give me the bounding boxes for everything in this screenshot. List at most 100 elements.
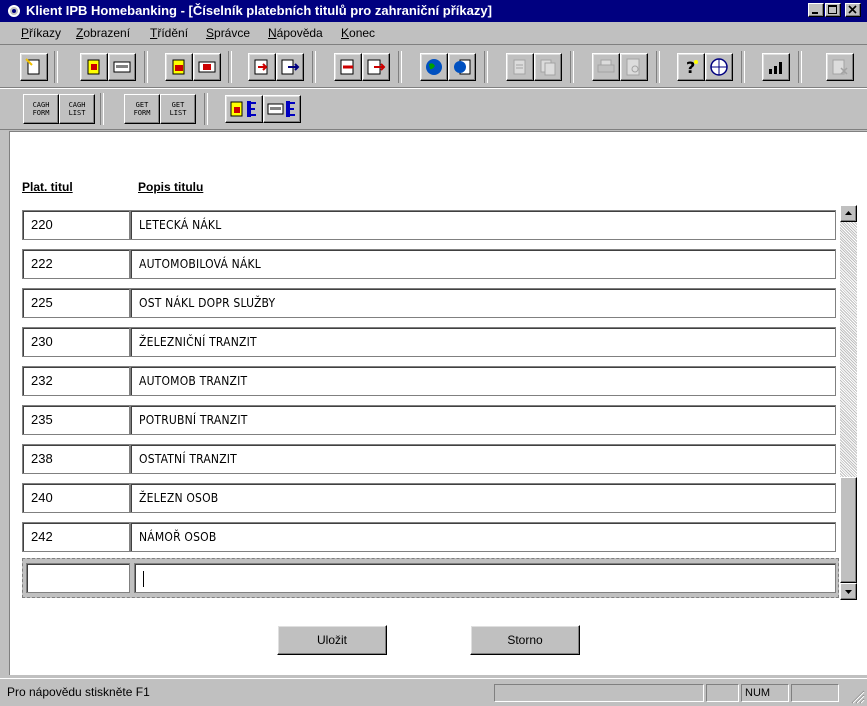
cell-description[interactable]: POTRUBNÍ TRANZIT <box>130 405 836 435</box>
tb-open-button[interactable] <box>165 53 193 81</box>
copy-icon <box>540 59 556 76</box>
menu-konec[interactable]: Konec <box>341 26 375 40</box>
menu-napoveda[interactable]: Nápověda <box>268 26 323 40</box>
open-icon <box>172 59 185 75</box>
cell-description[interactable]: ŽELEZNIČNÍ TRANZIT <box>130 327 836 357</box>
cell-description[interactable]: OSTATNÍ TRANZIT <box>130 444 836 474</box>
globe-icon <box>426 59 442 75</box>
cell-code[interactable]: 220 <box>22 210 130 240</box>
minimize-button[interactable] <box>808 3 824 17</box>
tb-edit-form-button[interactable] <box>225 95 263 123</box>
status-bar: Pro nápovědu stiskněte F1 NUM <box>0 678 867 706</box>
toolbar-separator <box>54 51 58 83</box>
menu-prikazy[interactable]: Příkazy <box>21 26 61 40</box>
tb-connect-button[interactable] <box>420 53 448 81</box>
globe-doc-icon <box>454 59 471 75</box>
tb-get-list-button[interactable]: GET LIST <box>160 94 196 124</box>
minimize-icon <box>812 12 818 14</box>
tb-print-button[interactable] <box>592 53 620 81</box>
get-list-label-1: GET <box>171 101 185 109</box>
tb-preview-button[interactable] <box>620 53 648 81</box>
chart-icon <box>769 62 782 74</box>
tb-form-view-button[interactable] <box>108 53 136 81</box>
cell-code[interactable]: 232 <box>22 366 130 396</box>
status-pane-main <box>494 684 704 702</box>
cell-code[interactable]: 235 <box>22 405 130 435</box>
tb-delete-button[interactable] <box>193 53 221 81</box>
cell-code[interactable]: 222 <box>22 249 130 279</box>
tb-cancel-button[interactable] <box>826 53 854 81</box>
new-row-code-input[interactable] <box>26 563 130 593</box>
cell-description[interactable]: LETECKÁ NÁKL <box>130 210 836 240</box>
cell-code[interactable]: 240 <box>22 483 130 513</box>
toolbar-separator <box>484 51 488 83</box>
arrow-up-icon <box>845 211 852 215</box>
svg-text:?: ? <box>686 58 695 77</box>
edit-form-icon <box>230 101 256 117</box>
maximize-button[interactable] <box>825 3 841 17</box>
tb-receive-button[interactable] <box>362 53 390 81</box>
toolbar-separator <box>570 51 574 83</box>
scroll-thumb[interactable] <box>840 477 857 583</box>
resize-grip-icon[interactable] <box>849 688 865 704</box>
form-view-icon <box>113 61 131 73</box>
cancel-doc-icon <box>832 59 848 75</box>
tb-list-button[interactable] <box>506 53 534 81</box>
edit-list-icon <box>267 101 295 117</box>
cell-description[interactable]: OST NÁKL DOPR SLUŽBY <box>130 288 836 318</box>
title-bar[interactable]: Klient IPB Homebanking - [Číselník plate… <box>0 0 867 22</box>
status-pane-caps <box>706 684 739 702</box>
col-header-code[interactable]: Plat. titul <box>22 180 73 194</box>
maximize-icon <box>828 5 837 14</box>
col-header-description[interactable]: Popis titulu <box>138 180 203 194</box>
cell-description[interactable]: AUTOMOBILOVÁ NÁKL <box>130 249 836 279</box>
cagh-form-label-1: CAGH <box>32 101 50 109</box>
cell-description[interactable]: AUTOMOB TRANZIT <box>130 366 836 396</box>
tb-new-document-button[interactable] <box>20 53 48 81</box>
tb-send-button[interactable] <box>334 53 362 81</box>
status-help-text: Pro nápovědu stiskněte F1 <box>7 685 150 699</box>
toolbar-separator <box>312 51 316 83</box>
tb-get-form-button[interactable]: GET FORM <box>124 94 160 124</box>
main-toolbar: ? <box>0 44 867 88</box>
toolbar-separator <box>204 93 208 125</box>
cell-code[interactable]: 230 <box>22 327 130 357</box>
cell-code[interactable]: 225 <box>22 288 130 318</box>
status-pane-num: NUM <box>741 684 789 702</box>
cell-description[interactable]: ŽELEZN OSOB <box>130 483 836 513</box>
app-gear-icon <box>8 5 20 17</box>
tb-web-button[interactable] <box>705 53 733 81</box>
cell-code[interactable]: 238 <box>22 444 130 474</box>
tb-edit-list-button[interactable] <box>263 95 301 123</box>
scroll-up-button[interactable] <box>840 205 857 222</box>
receive-icon <box>367 59 386 75</box>
toolbar-separator <box>228 51 232 83</box>
tb-import-button[interactable] <box>248 53 276 81</box>
cell-code[interactable]: 242 <box>22 522 130 552</box>
export-icon <box>281 59 300 75</box>
tb-statistics-button[interactable] <box>762 53 790 81</box>
tb-disconnect-button[interactable] <box>448 53 476 81</box>
tb-export-button[interactable] <box>276 53 304 81</box>
cancel-button[interactable]: Storno <box>470 625 580 655</box>
get-form-label-2: FORM <box>133 109 151 117</box>
tb-new-form-button[interactable] <box>80 53 108 81</box>
tb-copy-button[interactable] <box>534 53 562 81</box>
toolbar-separator <box>398 51 402 83</box>
scroll-down-button[interactable] <box>840 583 857 600</box>
text-caret <box>143 570 144 587</box>
menu-zobrazeni[interactable]: Zobrazení <box>76 26 130 40</box>
new-row-description-input[interactable] <box>134 563 836 593</box>
close-button[interactable] <box>845 3 861 17</box>
cell-description[interactable]: NÁMOŘ OSOB <box>130 522 836 552</box>
tb-help-button[interactable]: ? <box>677 53 705 81</box>
menu-trideni[interactable]: Třídění <box>150 26 188 40</box>
get-form-label-1: GET <box>135 101 149 109</box>
tb-cagh-form-button[interactable]: CAGH FORM <box>23 94 59 124</box>
menu-spravce[interactable]: Správce <box>206 26 250 40</box>
table-scrollbar[interactable] <box>840 205 857 600</box>
save-button[interactable]: Uložit <box>277 625 387 655</box>
list-icon <box>513 59 526 75</box>
tb-cagh-list-button[interactable]: CAGH LIST <box>59 94 95 124</box>
web-globe-icon <box>710 58 728 76</box>
